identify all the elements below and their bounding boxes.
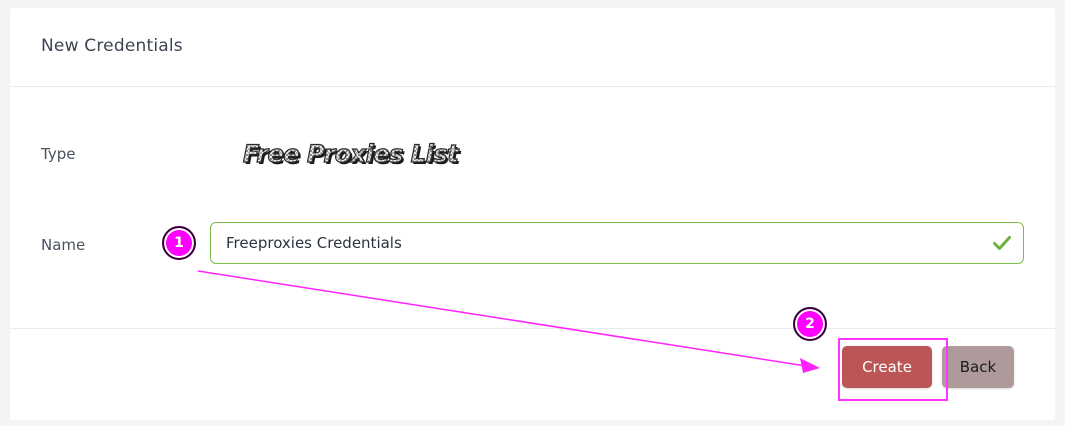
type-label: Type: [41, 145, 76, 163]
step-marker-2: 2: [793, 307, 827, 341]
free-proxies-list-logo: Free Proxies List Free Proxies List: [242, 139, 462, 170]
name-label: Name: [41, 236, 86, 254]
page-title: New Credentials: [41, 36, 183, 56]
name-field-wrapper: [210, 222, 1024, 264]
card-header: New Credentials: [10, 8, 1055, 87]
name-input[interactable]: [211, 223, 1023, 263]
create-button-highlight: [838, 338, 948, 401]
step-marker-1: 1: [162, 226, 196, 260]
back-button[interactable]: Back: [942, 346, 1014, 388]
check-icon: [993, 236, 1011, 250]
svg-text:Free Proxies List: Free Proxies List: [243, 140, 460, 168]
